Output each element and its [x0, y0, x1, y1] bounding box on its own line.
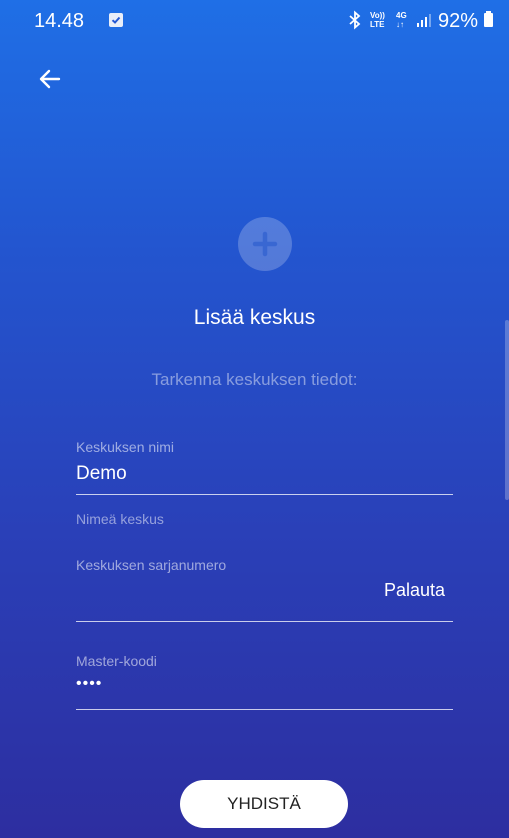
signal-icon: [417, 14, 431, 27]
master-code-input[interactable]: ••••: [76, 675, 102, 693]
restore-link[interactable]: Palauta: [384, 580, 445, 601]
hub-name-helper: Nimeä keskus: [76, 511, 164, 527]
volte-icon: Vo)) LTE: [370, 11, 385, 29]
volte-line-1: Vo)): [370, 11, 385, 20]
serial-number-underline: [76, 621, 453, 622]
connect-button[interactable]: YHDISTÄ: [180, 780, 348, 828]
4g-line-2: ↓↑: [396, 20, 404, 29]
master-code-underline: [76, 709, 453, 710]
battery-icon: [484, 11, 493, 27]
master-code-label: Master-koodi: [76, 653, 157, 669]
back-button[interactable]: [37, 66, 63, 92]
4g-icon: 4G ↓↑: [396, 11, 407, 29]
arrow-left-icon: [39, 69, 61, 89]
hub-name-label: Keskuksen nimi: [76, 439, 175, 455]
page-subtitle: Tarkenna keskuksen tiedot:: [151, 370, 358, 389]
hub-name-input[interactable]: Demo: [76, 463, 127, 485]
page-title: Lisää keskus: [193, 306, 316, 329]
checkbox-notification-icon: [109, 13, 123, 27]
plus-circle-icon: [238, 217, 292, 271]
add-hub-screen: 14.48 Vo)) LTE 4G ↓↑ 92% Lisää keskus Ta…: [0, 0, 509, 838]
bluetooth-icon: [349, 10, 361, 30]
serial-number-label: Keskuksen sarjanumero: [76, 557, 227, 573]
status-time: 14.48: [34, 10, 85, 32]
battery-percent: 92%: [438, 10, 479, 32]
status-bar: 14.48 Vo)) LTE 4G ↓↑ 92%: [0, 0, 509, 40]
hub-name-underline: [76, 494, 453, 495]
scroll-indicator: [505, 320, 509, 500]
4g-line-1: 4G: [396, 11, 407, 20]
volte-line-2: LTE: [370, 20, 385, 29]
